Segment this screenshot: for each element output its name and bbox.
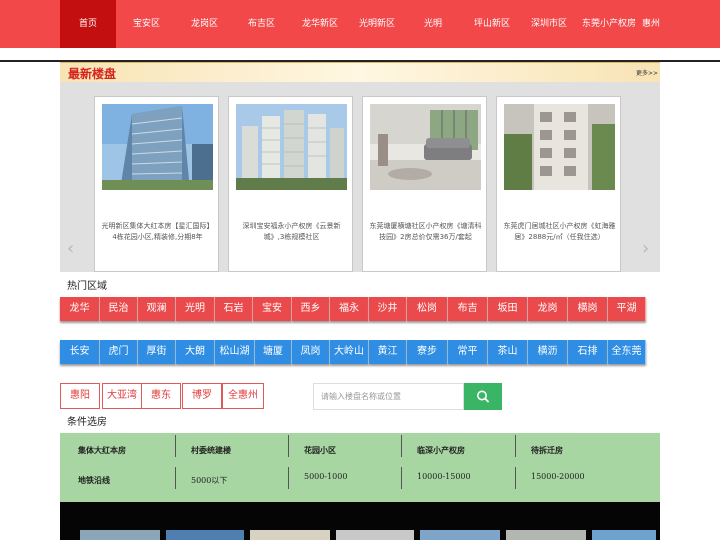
filter-option[interactable]: 待拆迁房: [531, 445, 563, 456]
filter-option[interactable]: 临深小产权房: [417, 445, 465, 456]
filter-option[interactable]: 集体大红本房: [78, 445, 126, 456]
banner-thumbnail[interactable]: [506, 530, 586, 540]
area-tag[interactable]: 塘厦: [255, 340, 292, 364]
area-tag[interactable]: 宝安: [253, 297, 292, 321]
area-tag[interactable]: 松岗: [407, 297, 448, 321]
listing-card[interactable]: 光明新区集体大红本房【星汇国际】4栋花园小区,精装修,分期8年: [94, 96, 219, 272]
filter-divider: [288, 467, 289, 489]
area-tag[interactable]: 布吉: [448, 297, 488, 321]
area-tag[interactable]: 全东莞: [608, 340, 646, 364]
area-tag[interactable]: 凤岗: [292, 340, 330, 364]
area-tag[interactable]: 沙井: [369, 297, 407, 321]
listing-caption: 东莞塘厦横塘社区小产权房《塘清科技园》2房总价仅需36万/套起: [369, 222, 482, 241]
area-tag-huizhou[interactable]: 博罗: [182, 383, 222, 409]
listing-card[interactable]: 东莞塘厦横塘社区小产权房《塘清科技园》2房总价仅需36万/套起: [362, 96, 487, 272]
filter-option[interactable]: 10000-15000: [417, 472, 471, 481]
area-tag[interactable]: 石排: [568, 340, 608, 364]
listing-card[interactable]: 东莞虎门居城社区小产权房《虹海雅居》2888元/㎡（任我住选）: [496, 96, 621, 272]
banner-thumbnail[interactable]: [250, 530, 330, 540]
area-tag-huizhou[interactable]: 大亚湾: [102, 383, 142, 409]
area-tag[interactable]: 大岭山: [330, 340, 369, 364]
listing-photo: [504, 104, 615, 190]
area-tag[interactable]: 虎门: [100, 340, 138, 364]
filter-divider: [515, 467, 516, 489]
search-icon: [477, 390, 489, 403]
filter-divider: [515, 435, 516, 457]
listing-caption: 深圳宝安福永小产权房《云景新城》,3栋规模社区: [242, 222, 341, 241]
nav-item-pingshan[interactable]: 坪山新区: [474, 0, 510, 48]
nav-item-home[interactable]: 首页: [60, 0, 116, 48]
filter-divider: [288, 435, 289, 457]
banner-thumbnail[interactable]: [592, 530, 656, 540]
filter-option[interactable]: 15000-20000: [531, 472, 585, 481]
area-tag[interactable]: 长安: [60, 340, 100, 364]
area-tag[interactable]: 观澜: [138, 297, 176, 321]
area-tag[interactable]: 福永: [330, 297, 369, 321]
filter-option[interactable]: 花园小区: [304, 445, 336, 456]
filter-option[interactable]: 地铁沿线: [78, 475, 110, 486]
area-tag-huizhou[interactable]: 惠阳: [60, 383, 100, 409]
filter-title: 条件选房: [67, 417, 107, 428]
filter-option[interactable]: 5000-1000: [304, 472, 347, 481]
search-button[interactable]: [464, 383, 502, 410]
area-tag[interactable]: 石岩: [215, 297, 253, 321]
area-tag[interactable]: 常平: [448, 340, 488, 364]
nav-item-huizhou[interactable]: 惠州: [642, 0, 660, 48]
area-tag[interactable]: 厚街: [138, 340, 176, 364]
top-nav: 首页 宝安区 龙岗区 布吉区 龙华新区 光明新区 光明 坪山新区 深圳市区 东莞…: [0, 0, 720, 48]
listing-photo: [236, 104, 347, 190]
listing-photo: [370, 104, 481, 190]
listing-caption: 东莞虎门居城社区小产权房《虹海雅居》2888元/㎡（任我住选）: [503, 222, 616, 241]
nav-item-guangming[interactable]: 光明: [424, 0, 442, 48]
area-tag[interactable]: 松山湖: [215, 340, 255, 364]
listing-card[interactable]: 深圳宝安福永小产权房《云景新城》,3栋规模社区: [228, 96, 353, 272]
area-tag[interactable]: 平湖: [608, 297, 646, 321]
area-tag[interactable]: 龙岗: [528, 297, 568, 321]
nav-item-longhua[interactable]: 龙华新区: [302, 0, 338, 48]
nav-item-dongguan[interactable]: 东莞小产权房: [582, 0, 636, 48]
area-tag[interactable]: 龙华: [60, 297, 100, 321]
area-tag[interactable]: 横沥: [528, 340, 568, 364]
search-input[interactable]: 请输入楼盘名称或位置: [313, 383, 464, 410]
listing-caption: 光明新区集体大红本房【星汇国际】4栋花园小区,精装修,分期8年: [101, 222, 214, 241]
more-link[interactable]: 更多>>: [636, 68, 658, 77]
nav-item-guangming-new[interactable]: 光明新区: [359, 0, 395, 48]
filter-divider: [175, 435, 176, 457]
banner-thumbnail[interactable]: [420, 530, 500, 540]
nav-item-longgang[interactable]: 龙岗区: [191, 0, 218, 48]
banner-thumbnail[interactable]: [80, 530, 160, 540]
area-tag[interactable]: 茶山: [488, 340, 528, 364]
filter-option[interactable]: 村委统建楼: [191, 445, 231, 456]
listing-photo: [102, 104, 213, 190]
filter-option[interactable]: 5000以下: [191, 475, 227, 486]
filter-panel: 集体大红本房 村委统建楼 花园小区 临深小产权房 待拆迁房 地铁沿线 5000以…: [60, 433, 660, 502]
area-tag[interactable]: 横岗: [568, 297, 608, 321]
nav-item-shenzhen-city[interactable]: 深圳市区: [531, 0, 567, 48]
area-row-shenzhen: 龙华 民治 观澜 光明 石岩 宝安 西乡 福永 沙井 松岗 布吉 坂田 龙岗 横…: [60, 297, 660, 322]
filter-divider: [401, 467, 402, 489]
area-tag[interactable]: 大朗: [176, 340, 215, 364]
nav-item-buji[interactable]: 布吉区: [248, 0, 275, 48]
area-tag[interactable]: 黄江: [369, 340, 407, 364]
latest-listings-panel: 最新楼盘 更多>> ‹ › 光明新区集体大红本房【星汇国际】4栋花园小区,精装修…: [60, 62, 660, 272]
area-tag[interactable]: 寮步: [407, 340, 448, 364]
area-tag[interactable]: 坂田: [488, 297, 528, 321]
banner-thumbnail[interactable]: [336, 530, 414, 540]
panel-title: 最新楼盘: [68, 67, 117, 81]
prev-arrow-icon[interactable]: ‹: [67, 238, 74, 259]
banner-thumbnail[interactable]: [166, 530, 244, 540]
hot-area-title: 热门区域: [67, 281, 107, 292]
area-tag[interactable]: 民治: [100, 297, 138, 321]
next-arrow-icon[interactable]: ›: [642, 238, 649, 259]
nav-item-baoan[interactable]: 宝安区: [133, 0, 160, 48]
area-tag-huizhou[interactable]: 惠东: [141, 383, 181, 409]
filter-divider: [175, 467, 176, 489]
panel-header: 最新楼盘 更多>>: [60, 62, 660, 82]
area-row-dongguan: 长安 虎门 厚街 大朗 松山湖 塘厦 凤岗 大岭山 黄江 寮步 常平 茶山 横沥…: [60, 340, 660, 365]
area-tag-huizhou[interactable]: 全惠州: [222, 383, 264, 409]
area-tag[interactable]: 西乡: [292, 297, 330, 321]
filter-divider: [401, 435, 402, 457]
area-tag[interactable]: 光明: [176, 297, 215, 321]
